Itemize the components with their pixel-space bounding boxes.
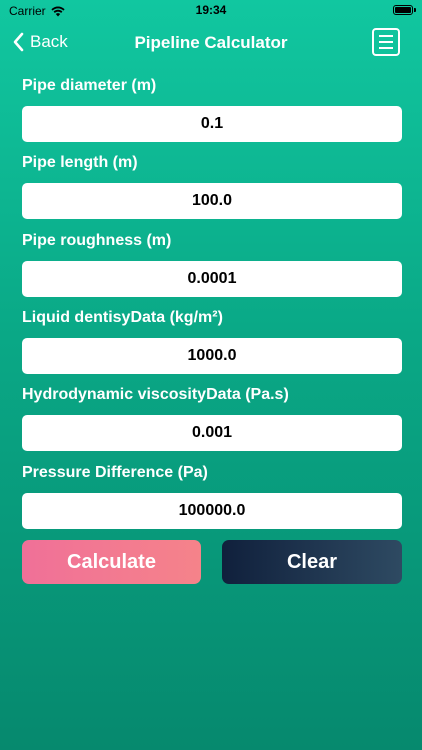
clear-button[interactable]: Clear <box>222 540 402 584</box>
pressure-difference-field[interactable]: 100000.0 <box>22 493 402 529</box>
menu-icon-line <box>379 41 393 43</box>
liquid-density-field[interactable]: 1000.0 <box>22 338 402 374</box>
calculate-button[interactable]: Calculate <box>22 540 201 584</box>
pipe-roughness-label: Pipe roughness (m) <box>22 232 172 249</box>
viscosity-field[interactable]: 0.001 <box>22 415 402 451</box>
battery-icon <box>393 5 413 15</box>
pipe-length-label: Pipe length (m) <box>22 154 138 171</box>
battery-tip <box>414 8 416 12</box>
pipe-diameter-label: Pipe diameter (m) <box>22 77 157 94</box>
menu-button[interactable] <box>372 28 400 56</box>
pipe-roughness-field[interactable]: 0.0001 <box>22 261 402 297</box>
status-bar: Carrier 19:34 <box>0 0 422 22</box>
pipe-diameter-field[interactable]: 0.1 <box>22 106 402 142</box>
menu-icon-line <box>379 47 393 49</box>
pressure-difference-label: Pressure Difference (Pa) <box>22 464 208 481</box>
menu-icon <box>379 35 393 37</box>
liquid-density-label: Liquid dentisyData (kg/m²) <box>22 309 223 326</box>
pipe-length-field[interactable]: 100.0 <box>22 183 402 219</box>
viscosity-label: Hydrodynamic viscosityData (Pa.s) <box>22 386 289 403</box>
status-time: 19:34 <box>195 3 227 17</box>
nav-bar: Back Pipeline Calculator <box>0 22 422 66</box>
page-title: Pipeline Calculator <box>134 33 288 52</box>
